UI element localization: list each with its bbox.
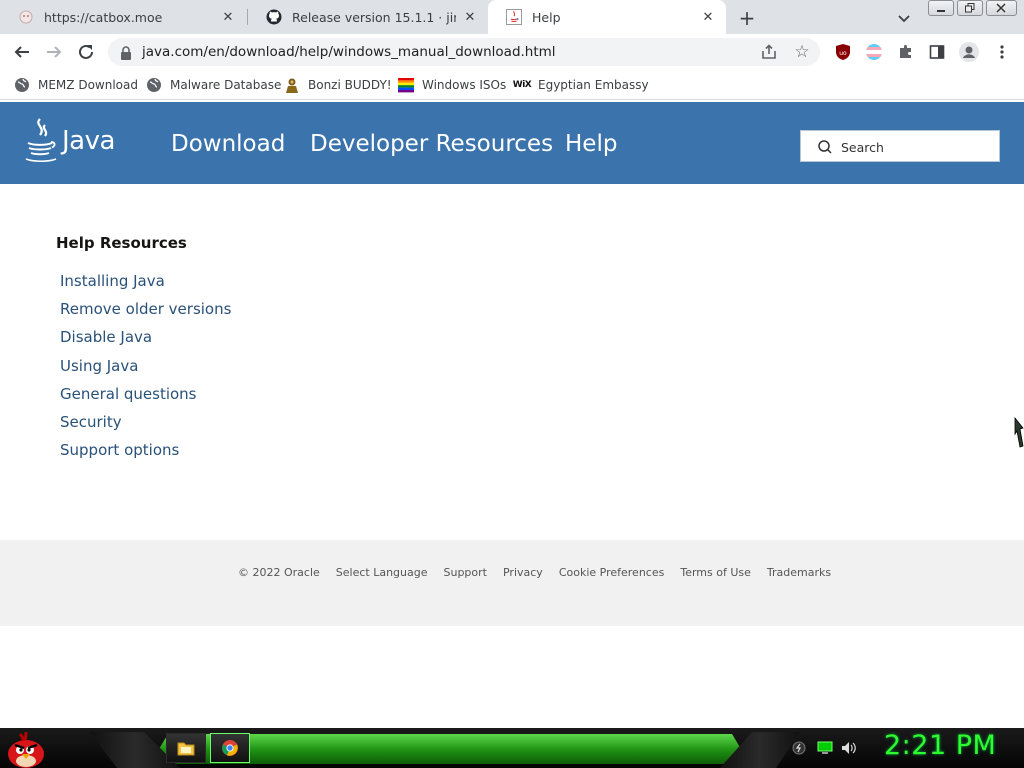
link-security[interactable]: Security — [60, 413, 231, 441]
link-general-questions[interactable]: General questions — [60, 385, 231, 413]
search-icon[interactable] — [817, 139, 833, 155]
chevron-down-icon[interactable] — [894, 8, 914, 28]
extensions-puzzle-icon[interactable] — [896, 42, 916, 62]
footer-links: © 2022 Oracle Select Language Support Pr… — [238, 566, 847, 579]
window-controls — [928, 0, 1020, 18]
tab-strip: https://catbox.moe ✕ Release version 15.… — [0, 0, 1024, 34]
link-remove-older-versions[interactable]: Remove older versions — [60, 300, 231, 328]
site-search[interactable] — [800, 130, 1000, 162]
svg-text:uo: uo — [839, 50, 847, 57]
link-disable-java[interactable]: Disable Java — [60, 328, 231, 356]
reload-icon[interactable] — [74, 40, 98, 64]
lock-icon[interactable] — [120, 45, 132, 60]
mouse-cursor-icon — [1014, 416, 1024, 448]
footer-copyright: © 2022 Oracle — [238, 566, 320, 579]
close-icon[interactable]: ✕ — [700, 9, 716, 25]
github-icon — [266, 9, 282, 25]
bookmark-memz-download[interactable]: MEMZ Download — [14, 76, 138, 94]
java-logo[interactable]: Java — [24, 116, 124, 166]
tab-title: Help — [532, 9, 561, 25]
globe-icon — [146, 77, 162, 93]
window-close-button[interactable] — [985, 0, 1017, 16]
minimize-button[interactable] — [928, 0, 954, 16]
angry-bird-start-icon[interactable] — [6, 728, 46, 768]
footer-privacy[interactable]: Privacy — [503, 566, 543, 579]
windows-flag-icon — [398, 77, 414, 93]
footer-trademarks[interactable]: Trademarks — [767, 566, 831, 579]
bookmark-windows-isos[interactable]: Windows ISOs — [398, 76, 506, 94]
nav-help[interactable]: Help — [565, 131, 617, 157]
site-footer: © 2022 Oracle Select Language Support Pr… — [0, 540, 1024, 626]
bonzi-icon — [284, 77, 300, 93]
bookmark-egyptian-embassy[interactable]: WiX Egyptian Embassy — [512, 76, 649, 94]
catbox-icon — [18, 9, 34, 25]
tab-help[interactable]: Help ✕ — [488, 0, 726, 34]
taskbar: 2:21 PM — [0, 728, 1024, 768]
bookmark-malware-database[interactable]: Malware Database — [146, 76, 281, 94]
bookmarks-bar: MEMZ Download Malware Database Bonzi BUD… — [0, 70, 1024, 100]
restore-button[interactable] — [956, 0, 983, 16]
close-icon[interactable]: ✕ — [220, 9, 236, 25]
link-support-options[interactable]: Support options — [60, 441, 231, 469]
search-input[interactable] — [841, 137, 991, 157]
nav-download[interactable]: Download — [171, 131, 285, 157]
network-monitor-icon[interactable] — [817, 740, 833, 756]
bookmark-bonzi-buddy[interactable]: Bonzi BUDDY! — [284, 76, 392, 94]
bookmark-label: Malware Database — [170, 78, 282, 92]
bookmark-label: MEMZ Download — [38, 78, 138, 92]
chrome-icon[interactable] — [210, 733, 250, 763]
link-installing-java[interactable]: Installing Java — [60, 272, 231, 300]
java-update-tray-icon[interactable] — [791, 740, 807, 756]
back-icon[interactable] — [10, 40, 34, 64]
menu-kebab-icon[interactable] — [992, 42, 1012, 62]
profile-avatar-icon[interactable] — [959, 42, 979, 62]
globe-icon — [14, 77, 30, 93]
browser-toolbar: java.com/en/download/help/windows_manual… — [0, 34, 1024, 70]
trans-flag-extension-icon[interactable] — [864, 42, 884, 62]
site-header: Java Download Developer Resources Help — [0, 102, 1024, 184]
side-panel-icon[interactable] — [927, 42, 947, 62]
forward-icon[interactable] — [42, 40, 66, 64]
help-resources-heading: Help Resources — [56, 234, 187, 252]
tab-catbox[interactable]: https://catbox.moe ✕ — [0, 0, 246, 34]
java-icon — [506, 9, 522, 25]
java-cup-icon — [25, 118, 57, 163]
java-wordmark: Java — [62, 126, 115, 156]
url-text[interactable]: java.com/en/download/help/windows_manual… — [142, 44, 556, 60]
file-explorer-icon[interactable] — [166, 733, 206, 763]
new-tab-button[interactable]: + — [736, 6, 758, 30]
tab-github-release[interactable]: Release version 15.1.1 · jindrapetrik/jp… — [248, 0, 488, 34]
bookmark-label: Bonzi BUDDY! — [308, 78, 392, 92]
volume-icon[interactable] — [841, 740, 857, 756]
link-using-java[interactable]: Using Java — [60, 357, 231, 385]
bookmark-label: Egyptian Embassy — [538, 78, 649, 92]
bookmark-star-icon[interactable]: ☆ — [792, 42, 812, 62]
footer-support[interactable]: Support — [444, 566, 487, 579]
footer-select-language[interactable]: Select Language — [336, 566, 428, 579]
taskbar-clock[interactable]: 2:21 PM — [884, 730, 996, 761]
footer-terms-of-use[interactable]: Terms of Use — [680, 566, 751, 579]
close-icon[interactable]: ✕ — [462, 9, 478, 25]
share-icon[interactable] — [760, 43, 778, 61]
address-bar[interactable]: java.com/en/download/help/windows_manual… — [108, 38, 820, 66]
tab-title: Release version 15.1.1 · jindrapetrik/jp… — [292, 9, 456, 25]
footer-cookie-preferences[interactable]: Cookie Preferences — [559, 566, 665, 579]
ublock-origin-icon[interactable]: uo — [833, 42, 853, 62]
bookmark-label: Windows ISOs — [422, 78, 507, 92]
help-links-list: Installing Java Remove older versions Di… — [60, 272, 231, 469]
wix-icon: WiX — [512, 80, 532, 90]
tab-title: https://catbox.moe — [44, 9, 163, 25]
nav-developer-resources[interactable]: Developer Resources — [310, 131, 553, 157]
